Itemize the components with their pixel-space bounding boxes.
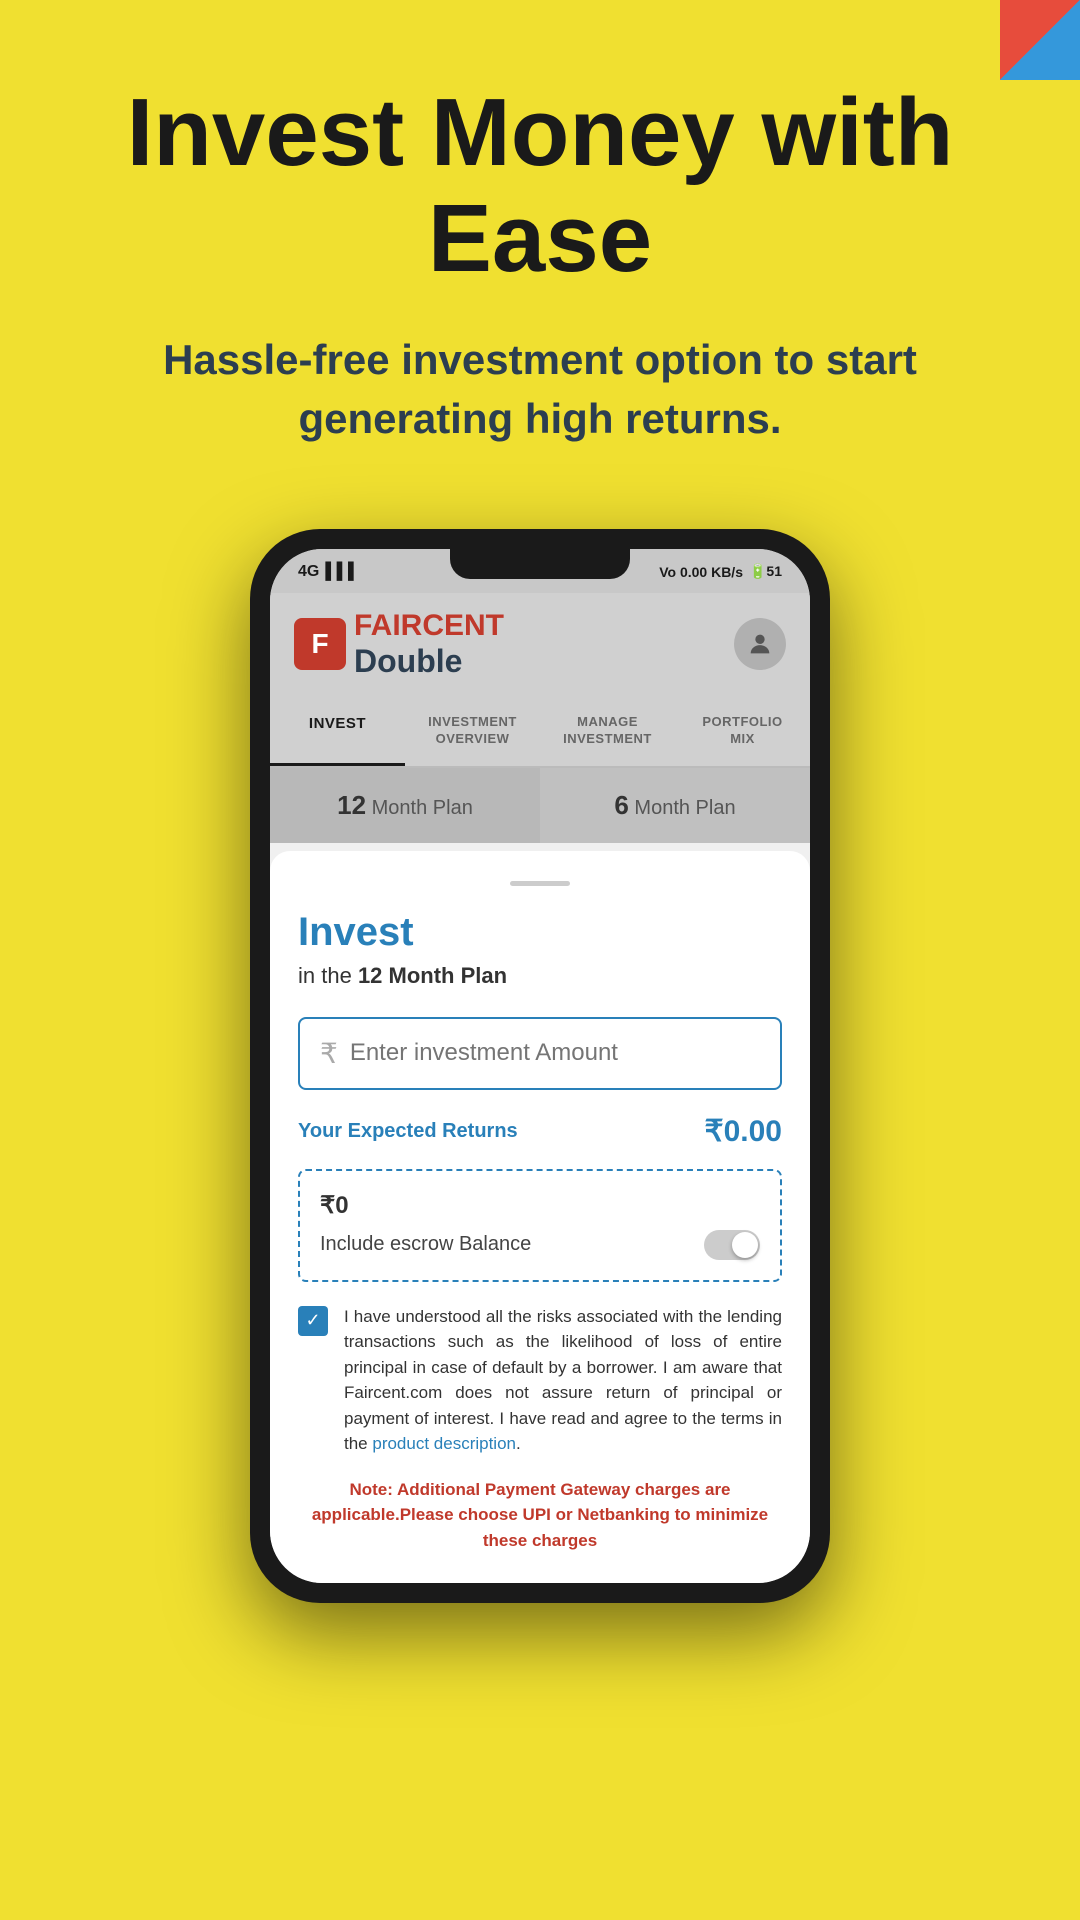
status-right: Vo 0.00 KB/s 🔋51	[659, 563, 782, 580]
escrow-row: Include escrow Balance	[320, 1230, 760, 1260]
drag-handle	[510, 881, 570, 886]
terms-body: I have understood all the risks associat…	[344, 1307, 782, 1454]
phone-outer: 4G ▌▌▌ 10:58 Vo 0.00 KB/s 🔋51 F FAIRCENT…	[250, 529, 830, 1603]
escrow-label: Include escrow Balance	[320, 1233, 531, 1256]
terms-checkbox-row: ✓ I have understood all the risks associ…	[298, 1304, 782, 1457]
hero-title: Invest Money with Ease	[60, 80, 1020, 291]
plan-tabs: 12 Month Plan 6 Month Plan	[270, 768, 810, 843]
profile-icon[interactable]	[734, 618, 786, 670]
hero-section: Invest Money with Ease Hassle-free inves…	[0, 0, 1080, 489]
amount-input[interactable]	[350, 1039, 760, 1067]
logo-text: FAIRCENT Double	[354, 609, 504, 680]
payment-note: Note: Additional Payment Gateway charges…	[298, 1477, 782, 1554]
phone-wrapper: 4G ▌▌▌ 10:58 Vo 0.00 KB/s 🔋51 F FAIRCENT…	[0, 529, 1080, 1603]
tab-manage-investment[interactable]: MANAGEINVESTMENT	[540, 696, 675, 766]
app-header: F FAIRCENT Double	[270, 593, 810, 696]
invest-subtitle: in the 12 Month Plan	[298, 963, 782, 989]
tab-invest[interactable]: INVEST	[270, 696, 405, 766]
escrow-amount: ₹0	[320, 1191, 760, 1220]
plan-name: 12 Month Plan	[358, 963, 507, 988]
subtitle-text: in the	[298, 963, 358, 988]
tab-portfolio-mix[interactable]: PORTFOLIOMIX	[675, 696, 810, 766]
invest-title: Invest	[298, 910, 782, 955]
terms-text: I have understood all the risks associat…	[344, 1304, 782, 1457]
returns-label: Your Expected Returns	[298, 1118, 518, 1144]
product-description-link[interactable]: product description	[372, 1434, 516, 1453]
plan-tab-6[interactable]: 6 Month Plan	[540, 768, 810, 843]
battery-icon: 🔋51	[749, 563, 782, 580]
plan-tab-12[interactable]: 12 Month Plan	[270, 768, 540, 843]
app-logo: F FAIRCENT Double	[294, 609, 504, 680]
status-left: 4G ▌▌▌	[298, 563, 359, 581]
phone-notch	[450, 549, 630, 579]
returns-row: Your Expected Returns ₹0.00	[298, 1114, 782, 1149]
hero-subtitle: Hassle-free investment option to start g…	[60, 331, 1020, 449]
rupee-symbol: ₹	[320, 1037, 338, 1070]
terms-end: .	[516, 1434, 521, 1453]
escrow-box: ₹0 Include escrow Balance	[298, 1169, 782, 1282]
data-speed: Vo 0.00 KB/s	[659, 564, 743, 580]
network-icon: 4G	[298, 563, 319, 581]
logo-icon: F	[294, 618, 346, 670]
returns-value: ₹0.00	[705, 1114, 782, 1149]
content-panel: Invest in the 12 Month Plan ₹ Your Expec…	[270, 851, 810, 1584]
escrow-toggle[interactable]	[704, 1230, 760, 1260]
terms-checkbox[interactable]: ✓	[298, 1306, 328, 1336]
amount-input-wrapper[interactable]: ₹	[298, 1017, 782, 1090]
nav-tabs: INVEST INVESTMENTOVERVIEW MANAGEINVESTME…	[270, 696, 810, 768]
corner-accent-top-right	[1000, 0, 1080, 80]
phone-inner: 4G ▌▌▌ 10:58 Vo 0.00 KB/s 🔋51 F FAIRCENT…	[270, 549, 810, 1583]
tab-investment-overview[interactable]: INVESTMENTOVERVIEW	[405, 696, 540, 766]
toggle-knob	[732, 1232, 758, 1258]
signal-bars: ▌▌▌	[325, 563, 359, 581]
